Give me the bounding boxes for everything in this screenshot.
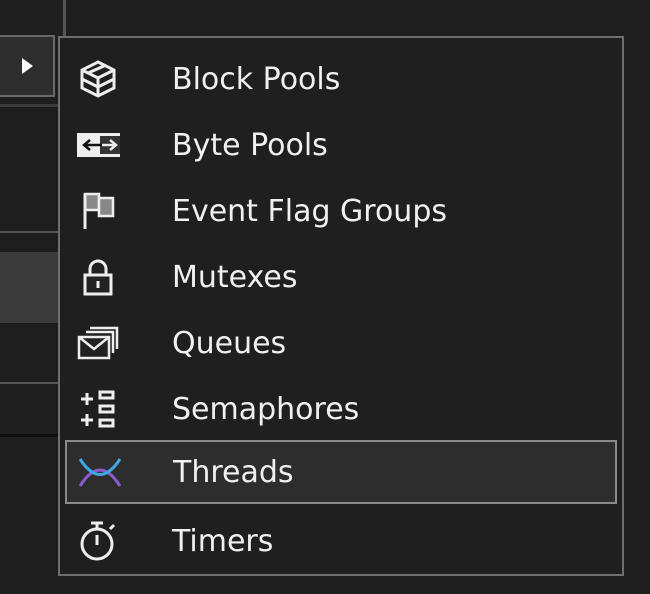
lock-icon — [76, 255, 120, 299]
menu-item-mutexes[interactable]: Mutexes — [66, 246, 616, 308]
flag-icon — [76, 189, 120, 233]
queue-mail-icon — [76, 321, 120, 365]
menu-item-label: Event Flag Groups — [172, 193, 447, 229]
context-menu: Block Pools Byte Pools Event Flag Groups… — [58, 36, 624, 576]
menu-item-label: Semaphores — [172, 391, 360, 427]
menu-item-event-flag-groups[interactable]: Event Flag Groups — [66, 180, 616, 242]
semaphore-icon — [76, 387, 120, 431]
menu-item-byte-pools[interactable]: Byte Pools — [66, 114, 616, 176]
menu-item-label: Threads — [173, 454, 294, 490]
menu-item-threads[interactable]: Threads — [65, 440, 617, 504]
chevron-right-icon — [21, 58, 33, 74]
menu-item-label: Timers — [172, 523, 274, 559]
menu-item-block-pools[interactable]: Block Pools — [66, 48, 616, 110]
swap-arrows-icon — [76, 123, 120, 167]
stopwatch-icon — [76, 519, 120, 563]
menu-item-label: Block Pools — [172, 61, 341, 97]
divider — [0, 434, 60, 437]
threads-icon — [77, 450, 121, 494]
background-line — [63, 0, 66, 36]
menu-item-label: Mutexes — [172, 259, 298, 295]
menu-item-label: Queues — [172, 325, 287, 361]
cube-icon — [76, 57, 120, 101]
menu-item-timers[interactable]: Timers — [66, 510, 616, 572]
divider — [0, 231, 60, 233]
menu-item-label: Byte Pools — [172, 127, 328, 163]
menu-item-queues[interactable]: Queues — [66, 312, 616, 374]
divider — [0, 104, 60, 107]
divider — [0, 382, 60, 384]
list-row-highlight — [0, 252, 60, 323]
submenu-expand-button[interactable] — [0, 35, 55, 97]
menu-item-semaphores[interactable]: Semaphores — [66, 378, 616, 440]
